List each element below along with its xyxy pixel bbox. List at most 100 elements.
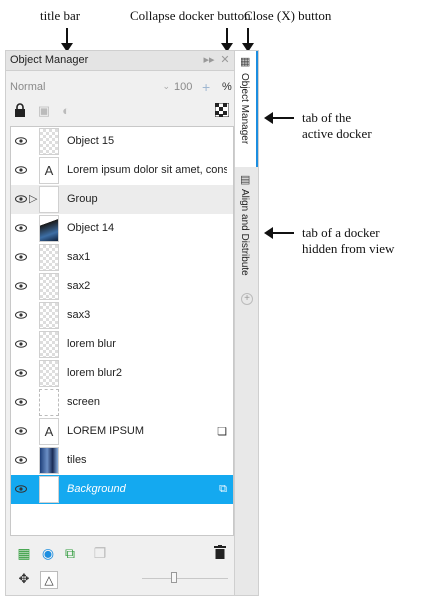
object-name[interactable]: screen: [67, 396, 227, 408]
list-item[interactable]: A Lorem ipsum dolor sit amet, consecte…: [11, 156, 233, 185]
list-item[interactable]: Object 15: [11, 127, 233, 156]
eye-icon[interactable]: [15, 309, 27, 321]
arrow-active-tab: [264, 112, 294, 124]
list-item[interactable]: tiles: [11, 446, 233, 475]
list-item[interactable]: sax2: [11, 272, 233, 301]
eye-icon[interactable]: [15, 396, 27, 408]
eye-icon[interactable]: [15, 454, 27, 466]
thumbnail-size-slider[interactable]: [142, 578, 228, 579]
checker-icon[interactable]: [214, 102, 230, 119]
text-layout-icon[interactable]: △: [40, 571, 58, 589]
trash-icon[interactable]: [212, 545, 228, 561]
callout-active-tab-2: active docker: [302, 126, 372, 141]
object-name[interactable]: lorem blur: [67, 338, 227, 350]
visibility-icon[interactable]: ◐: [58, 103, 74, 119]
view-mode-icon[interactable]: ✥: [16, 571, 32, 587]
eye-icon[interactable]: [15, 338, 27, 350]
new-master-layer-all-pages-icon[interactable]: ⧉: [62, 545, 78, 561]
callout-close-button: Close (X) button: [244, 8, 332, 23]
group-lock-icon[interactable]: ▣: [36, 103, 52, 119]
eye-icon[interactable]: [15, 483, 27, 495]
callout-hidden-tab-1: tab of a docker: [302, 225, 380, 240]
eye-icon[interactable]: [15, 135, 27, 147]
object-thumbnail: A: [39, 418, 59, 445]
object-name[interactable]: Object 14: [67, 222, 227, 234]
object-thumbnail: [39, 476, 59, 503]
blend-mode-value: Normal: [10, 81, 46, 93]
list-item[interactable]: Background ⧉: [11, 475, 233, 504]
eye-icon[interactable]: [15, 280, 27, 292]
list-item[interactable]: sax1: [11, 243, 233, 272]
docker-title-bar[interactable]: Object Manager ▸▸ ✕: [6, 51, 234, 71]
tab-align-distribute[interactable]: ▤ Align and Distribute: [235, 169, 258, 279]
bottom-toolbar: ▦ ◉ ⧉ ❐: [6, 541, 234, 565]
eye-icon[interactable]: [15, 222, 27, 234]
object-status-icon: ⧉: [219, 483, 227, 495]
object-name[interactable]: tiles: [67, 454, 227, 466]
object-thumbnail: [39, 273, 59, 300]
object-thumbnail: [39, 186, 59, 213]
arrow-hidden-tab: [264, 227, 294, 239]
list-item[interactable]: lorem blur2: [11, 359, 233, 388]
arrow-title-bar: [61, 28, 73, 52]
add-docker-tab-button[interactable]: +: [241, 293, 253, 305]
object-name[interactable]: Group: [67, 193, 227, 205]
object-name[interactable]: Lorem ipsum dolor sit amet, consecte…: [67, 164, 227, 176]
opacity-stepper[interactable]: +: [202, 79, 210, 95]
object-thumbnail: [39, 389, 59, 416]
docker-title: Object Manager: [10, 54, 89, 66]
callout-hidden-tab-2: hidden from view: [302, 241, 395, 256]
slider-thumb[interactable]: [171, 572, 177, 583]
object-status-icon: ❏: [217, 426, 227, 438]
object-thumbnail: [39, 302, 59, 329]
list-item[interactable]: ▷ Group: [11, 185, 233, 214]
chevron-down-icon: ⌄: [162, 81, 170, 91]
object-name[interactable]: Background: [67, 483, 227, 495]
object-name[interactable]: LOREM IPSUM: [67, 425, 227, 437]
list-item[interactable]: screen: [11, 388, 233, 417]
opacity-unit: %: [222, 81, 232, 93]
layer-toolbar: ▣ ◐: [6, 101, 234, 121]
eye-icon[interactable]: [15, 193, 27, 205]
expand-toggle-icon[interactable]: ▷: [29, 192, 37, 205]
close-docker-button[interactable]: ✕: [218, 53, 232, 67]
list-item[interactable]: sax3: [11, 301, 233, 330]
move-to-layer-icon[interactable]: ❐: [92, 545, 108, 561]
align-icon: ▤: [240, 174, 251, 186]
list-item[interactable]: lorem blur: [11, 330, 233, 359]
eye-icon[interactable]: [15, 425, 27, 437]
blend-mode-select[interactable]: Normal ⌄: [10, 81, 170, 97]
new-master-layer-icon[interactable]: ◉: [40, 545, 56, 561]
callout-active-tab-1: tab of the: [302, 110, 352, 125]
list-item[interactable]: Object 14: [11, 214, 233, 243]
eye-icon[interactable]: [15, 251, 27, 263]
eye-icon[interactable]: [15, 367, 27, 379]
object-manager-docker: Object Manager ▸▸ ✕ Normal ⌄ 100 + % ▣ ◐…: [5, 50, 259, 596]
object-manager-icon: ▦: [240, 56, 251, 68]
object-thumbnail: [39, 128, 59, 155]
tab-object-manager-label: Object Manager: [239, 73, 250, 145]
opacity-value[interactable]: 100: [174, 81, 192, 93]
object-thumbnail: [39, 447, 59, 474]
bottom-toolbar-2: ✥ △: [6, 565, 234, 593]
callout-title-bar: title bar: [40, 8, 81, 23]
arrow-close-button: [242, 28, 254, 52]
collapse-docker-button[interactable]: ▸▸: [202, 53, 216, 67]
object-thumbnail: [39, 215, 59, 242]
arrow-collapse-button: [221, 28, 233, 52]
docker-tab-strip: ▦ Object Manager ▤ Align and Distribute …: [234, 51, 258, 595]
list-item[interactable]: A LOREM IPSUM ❏: [11, 417, 233, 446]
tab-object-manager[interactable]: ▦ Object Manager: [235, 51, 258, 167]
callout-collapse-button: Collapse docker button: [130, 8, 251, 23]
object-name[interactable]: sax1: [67, 251, 227, 263]
object-name[interactable]: sax2: [67, 280, 227, 292]
eye-icon[interactable]: [15, 164, 27, 176]
object-thumbnail: A: [39, 157, 59, 184]
object-name[interactable]: Object 15: [67, 135, 227, 147]
object-name[interactable]: sax3: [67, 309, 227, 321]
object-thumbnail: [39, 244, 59, 271]
object-name[interactable]: lorem blur2: [67, 367, 227, 379]
new-layer-icon[interactable]: ▦: [16, 545, 32, 561]
object-list[interactable]: Object 15 A Lorem ipsum dolor sit amet, co…: [10, 126, 234, 536]
lock-icon[interactable]: [12, 103, 28, 119]
